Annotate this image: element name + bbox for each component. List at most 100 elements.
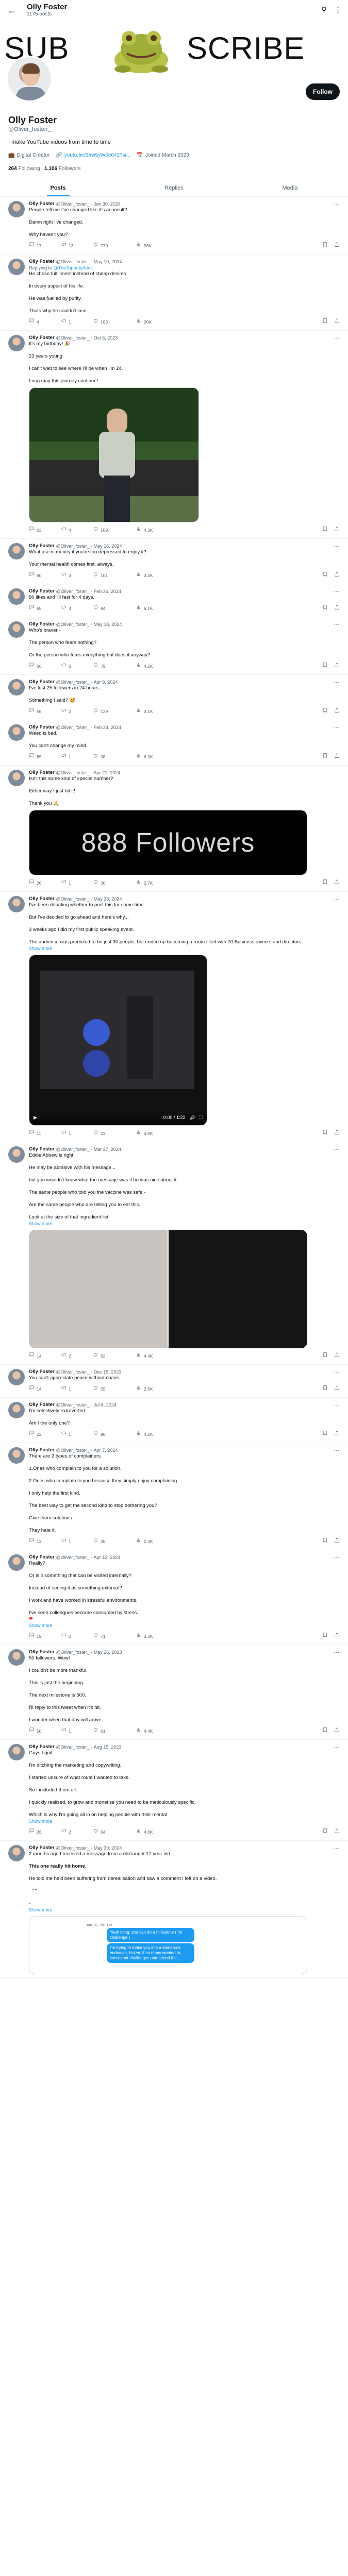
tweet[interactable]: Olly Foster @Oliver_foster_ · Jul 8, 2024… — [0, 1398, 348, 1443]
more-icon[interactable]: ··· — [334, 722, 340, 733]
tweet-avatar[interactable] — [8, 201, 25, 217]
profile-link[interactable]: youtu.be/3aw9yW0e042?si... — [64, 150, 130, 161]
tweet-avatar[interactable] — [8, 679, 25, 696]
tweet-avatar[interactable] — [8, 1649, 25, 1666]
tweet-video[interactable]: ▶ 0:00 / 1:22 🔊 ⛶ — [29, 955, 207, 1126]
tweet-avatar[interactable] — [8, 621, 25, 638]
like-button[interactable]: 64 — [93, 1827, 125, 1837]
tweet-avatar[interactable] — [8, 770, 25, 786]
following-label[interactable]: Following — [18, 166, 40, 172]
reply-button[interactable]: 66 — [29, 661, 61, 671]
views-button[interactable]: 3.1K — [136, 706, 153, 717]
views-button[interactable]: 6.1K — [136, 603, 153, 614]
views-button[interactable]: 4.2K — [136, 661, 153, 671]
reply-button[interactable]: 4 — [29, 317, 61, 327]
views-button[interactable]: 4.4K — [136, 1726, 153, 1736]
tweet[interactable]: Olly Foster @Oliver_foster_ · May 16, 202… — [0, 539, 348, 584]
bookmark-icon[interactable] — [322, 317, 328, 327]
retweet-button[interactable]: 1 — [61, 1128, 93, 1139]
views-button[interactable]: 4.8K — [136, 1827, 153, 1837]
play-icon[interactable]: ▶ — [34, 1112, 37, 1123]
like-button[interactable]: 98 — [93, 1429, 125, 1439]
reply-button[interactable]: 19 — [29, 1631, 61, 1641]
views-button[interactable]: 2.8K — [136, 1384, 153, 1394]
more-icon[interactable]: ··· — [334, 333, 340, 343]
share-icon[interactable] — [334, 603, 340, 614]
more-icon[interactable]: ··· — [334, 677, 340, 687]
retweet-button[interactable]: 3 — [61, 570, 93, 581]
share-icon[interactable] — [334, 1351, 340, 1361]
retweet-button[interactable]: 1 — [61, 1429, 93, 1439]
more-icon[interactable]: ··· — [334, 894, 340, 904]
like-button[interactable]: 62 — [93, 1351, 125, 1361]
tweet[interactable]: Olly Foster @Oliver_foster_ · Feb 24, 202… — [0, 720, 348, 766]
more-icon[interactable]: ··· — [334, 1445, 340, 1455]
chat-screenshot[interactable]: Jan 16, 7:01 PM Yeah thing, you can do a … — [29, 1916, 307, 1974]
like-button[interactable]: 71 — [93, 1631, 125, 1641]
tweet[interactable]: Olly Foster @Oliver_foster_ · Aug 15, 202… — [0, 1740, 348, 1841]
share-icon[interactable] — [334, 241, 340, 251]
tweet[interactable]: Olly Foster @Oliver_foster_ · Feb 26, 202… — [0, 584, 348, 617]
bookmark-icon[interactable] — [322, 1726, 328, 1736]
tweet-avatar[interactable] — [8, 1744, 25, 1760]
reply-to-handle[interactable]: @TheTopputyAndr... — [54, 265, 96, 270]
tweet-avatar[interactable] — [8, 1554, 25, 1571]
like-button[interactable]: 23 — [93, 1128, 125, 1139]
retweet-button[interactable]: 1 — [61, 1536, 93, 1547]
bookmark-icon[interactable] — [322, 752, 328, 762]
retweet-button[interactable]: 2 — [61, 1631, 93, 1641]
show-more-link[interactable]: Show more — [29, 945, 340, 952]
share-icon[interactable] — [334, 525, 340, 535]
retweet-button[interactable]: 1 — [61, 317, 93, 327]
views-button[interactable]: 20K — [136, 317, 152, 327]
bookmark-icon[interactable] — [322, 1827, 328, 1837]
tweet-author-handle[interactable]: @Oliver_foster_ — [56, 1552, 90, 1563]
like-button[interactable]: 38 — [93, 752, 125, 762]
show-more-link[interactable]: Show more — [29, 1221, 340, 1227]
tweet[interactable]: Olly Foster @Oliver_foster_ · Jan 30, 202… — [0, 197, 348, 255]
search-icon[interactable]: ⚲ — [321, 5, 327, 15]
retweet-button[interactable]: 1 — [61, 1384, 93, 1394]
more-icon[interactable]: ⋮ — [334, 5, 342, 15]
bookmark-icon[interactable] — [322, 1429, 328, 1439]
share-icon[interactable] — [334, 1827, 340, 1837]
bookmark-icon[interactable] — [322, 661, 328, 671]
reply-button[interactable]: 13 — [29, 1536, 61, 1547]
tweet-date[interactable]: Jul 8, 2024 — [94, 1400, 117, 1410]
retweet-button[interactable]: 4 — [61, 525, 93, 535]
like-button[interactable]: 35 — [93, 1536, 125, 1547]
reply-button[interactable]: 50 — [29, 1726, 61, 1736]
reply-button[interactable]: 11 — [29, 1128, 61, 1139]
more-icon[interactable]: ··· — [334, 541, 340, 551]
tweet[interactable]: Olly Foster @Oliver_foster_ · Apr 7, 2024… — [0, 1443, 348, 1550]
follow-button[interactable]: Follow — [306, 83, 340, 100]
more-icon[interactable]: ··· — [334, 1552, 340, 1563]
share-icon[interactable] — [334, 1384, 340, 1394]
share-icon[interactable] — [334, 1631, 340, 1641]
views-button[interactable]: 3.2K — [136, 570, 153, 581]
more-icon[interactable]: ··· — [334, 1742, 340, 1752]
reply-button[interactable]: 14 — [29, 1384, 61, 1394]
tweet-avatar[interactable] — [8, 1369, 25, 1385]
views-button[interactable]: 58K — [136, 241, 152, 251]
tweet-photo[interactable] — [29, 387, 199, 522]
tweet-date[interactable]: Mar 27, 2024 — [94, 1144, 121, 1155]
tweet-avatar[interactable] — [8, 1447, 25, 1464]
tweet-avatar[interactable] — [8, 335, 25, 351]
tweet-avatar[interactable] — [8, 259, 25, 275]
bookmark-icon[interactable] — [322, 570, 328, 581]
tweet-avatar[interactable] — [8, 896, 25, 912]
more-icon[interactable]: ··· — [334, 199, 340, 209]
like-button[interactable]: 129 — [93, 706, 125, 717]
show-more-link[interactable]: Show more — [29, 1907, 340, 1913]
tweet[interactable]: Olly Foster @Oliver_foster_ · Apr 21, 202… — [0, 766, 348, 892]
follower-milestone-image[interactable]: 888 Followers — [29, 810, 307, 875]
tweet-avatar[interactable] — [8, 1845, 25, 1861]
tweet-date[interactable]: Feb 24, 2024 — [94, 722, 121, 733]
more-icon[interactable]: ··· — [334, 1400, 340, 1410]
like-button[interactable]: 79 — [93, 661, 125, 671]
more-icon[interactable]: ··· — [334, 1367, 340, 1377]
share-icon[interactable] — [334, 317, 340, 327]
reply-button[interactable]: 17 — [29, 241, 61, 251]
tab-media[interactable]: Media — [232, 179, 348, 196]
